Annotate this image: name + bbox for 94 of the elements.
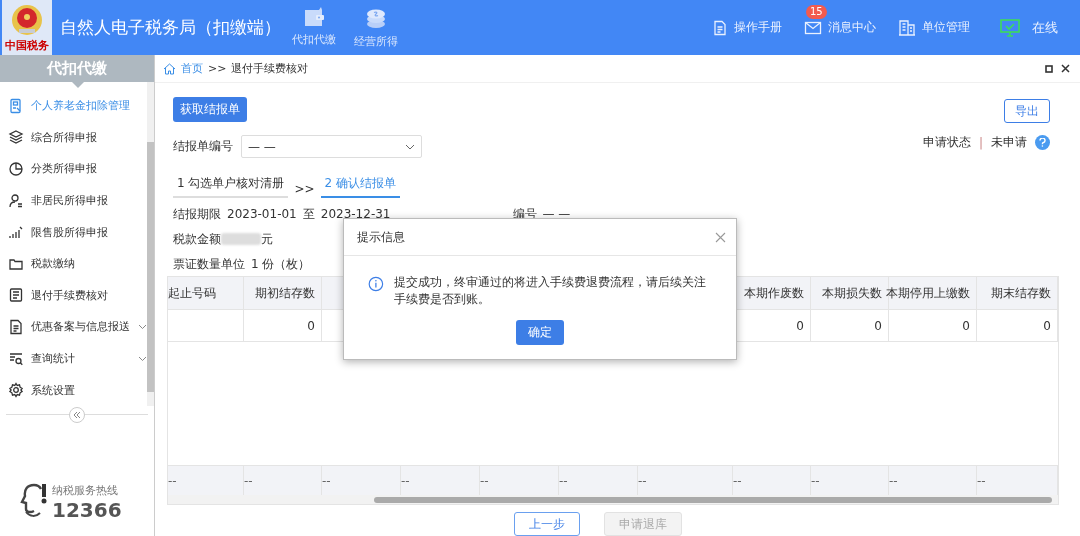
sidebar-item[interactable]: 限售股所得申报	[0, 216, 147, 248]
table-cell: --	[559, 465, 638, 495]
table-cell: 0	[244, 310, 322, 342]
dialog-title: 提示信息	[357, 228, 405, 246]
table-cell: --	[401, 465, 480, 495]
app-title: 自然人电子税务局（扣缴端）	[60, 16, 282, 39]
sidebar-item[interactable]: 查询统计	[0, 342, 147, 375]
blurred-amount	[221, 233, 261, 245]
sidebar-item[interactable]: 税款缴纳	[0, 247, 147, 280]
fetch-button[interactable]: 获取结报单	[173, 97, 247, 122]
toolbar-button[interactable]: 操作手册	[712, 19, 782, 36]
step-tab[interactable]: 1 勾选单户核对清册	[173, 175, 289, 198]
close-button[interactable]	[715, 231, 726, 243]
table-cell: 0	[889, 310, 977, 342]
wallet-icon	[302, 6, 326, 28]
person-icon	[8, 192, 24, 209]
field-unit: 元	[261, 230, 273, 248]
step-tab[interactable]: 2 确认结报单	[320, 175, 400, 198]
table-cell: --	[168, 465, 244, 495]
pie-chart-icon	[8, 161, 24, 177]
help-icon[interactable]	[1035, 135, 1050, 150]
hotline-number: 12366	[52, 497, 122, 522]
column-header: 期初结存数	[244, 277, 322, 310]
building-icon	[898, 18, 916, 37]
restore-icon[interactable]	[1045, 64, 1053, 73]
sidebar-item[interactable]: 退付手续费核对	[0, 279, 147, 312]
table-cell: --	[322, 465, 401, 495]
table-cell: --	[811, 465, 889, 495]
info-icon	[368, 274, 384, 294]
double-chevron-left-icon	[73, 410, 81, 419]
field-value: — —	[542, 207, 571, 221]
nav-button[interactable]: 经营所得	[354, 6, 398, 49]
status-label: 申请状态	[922, 134, 971, 151]
step-separator: >>	[294, 182, 315, 198]
search-list-icon	[8, 350, 24, 367]
sidebar-item[interactable]: 系统设置	[0, 374, 147, 406]
monitor-check-icon	[1000, 18, 1020, 37]
table-cell: --	[733, 465, 811, 495]
field-text: 至	[302, 205, 315, 223]
breadcrumb-current: 退付手续费核对	[231, 61, 309, 76]
document-icon	[8, 318, 24, 335]
notification-badge: 15	[806, 4, 827, 19]
logo-caption: 中国税务	[5, 37, 49, 53]
chevron-down-icon	[138, 355, 147, 362]
collapse-button[interactable]	[69, 406, 85, 423]
breadcrumb-separator: >>	[208, 62, 227, 75]
list-icon	[8, 287, 24, 304]
badge-icon	[8, 97, 24, 114]
sidebar-item[interactable]: 综合所得申报	[0, 121, 147, 154]
sidebar-item[interactable]: 优惠备案与信息报送	[0, 311, 147, 343]
sidebar-item[interactable]: 个人养老金扣除管理	[0, 90, 147, 122]
home-icon	[163, 62, 176, 75]
table-cell: --	[889, 465, 977, 495]
footer-button[interactable]: 上一步	[513, 512, 580, 536]
close-icon[interactable]	[1061, 64, 1070, 73]
column-header: 期末结存数	[977, 277, 1058, 310]
table-cell: --	[480, 465, 559, 495]
chevron-down-icon	[138, 323, 147, 330]
sidebar-item[interactable]: 非居民所得申报	[0, 184, 147, 217]
settings-icon	[8, 382, 24, 399]
bar-chart-icon	[8, 224, 24, 241]
field-label: 结报单编号	[173, 138, 233, 155]
table-cell: --	[977, 465, 1058, 495]
emblem-icon	[9, 2, 45, 37]
scrollbar[interactable]	[147, 82, 154, 406]
field-value: 2023-12-31	[320, 207, 391, 221]
layers-icon	[8, 129, 24, 146]
table-cell: --	[638, 465, 733, 495]
export-button[interactable]: 导出	[1004, 99, 1050, 123]
field-label: 结报期限	[173, 205, 221, 223]
nav-button[interactable]: 代扣代缴	[292, 6, 336, 49]
breadcrumb-link[interactable]: 首页	[181, 61, 203, 76]
report-select[interactable]: — —	[241, 135, 422, 158]
field-label: 票证数量单位	[173, 255, 245, 273]
table-cell: --	[244, 465, 322, 495]
chevron-down-icon	[405, 143, 415, 150]
dialog-message: 提交成功，终审通过的将进入手续费退费流程，请后续关注手续费是否到账。	[393, 274, 707, 308]
sidebar-item[interactable]: 分类所得申报	[0, 153, 147, 185]
document-icon	[712, 19, 728, 36]
horizontal-scrollbar[interactable]	[168, 495, 1058, 504]
status-value: 未申请	[991, 134, 1027, 151]
confirm-button[interactable]: 确定	[516, 320, 564, 345]
field-value: 2023-01-01	[227, 207, 297, 221]
field-label: 税款金额	[173, 230, 221, 248]
toolbar-button[interactable]: 在线	[1000, 18, 1058, 37]
table-cell: 0	[977, 310, 1058, 342]
toolbar-button[interactable]: 消息中心	[804, 18, 876, 37]
field-value: 1 份（枚）	[251, 255, 311, 273]
hotline-label: 纳税服务热线	[52, 482, 119, 498]
divider: |	[978, 135, 983, 150]
table-cell: 0	[811, 310, 889, 342]
pointer-triangle	[72, 82, 84, 88]
column-header: 起止号码	[168, 277, 244, 310]
toolbar-button[interactable]: 单位管理	[898, 18, 970, 37]
